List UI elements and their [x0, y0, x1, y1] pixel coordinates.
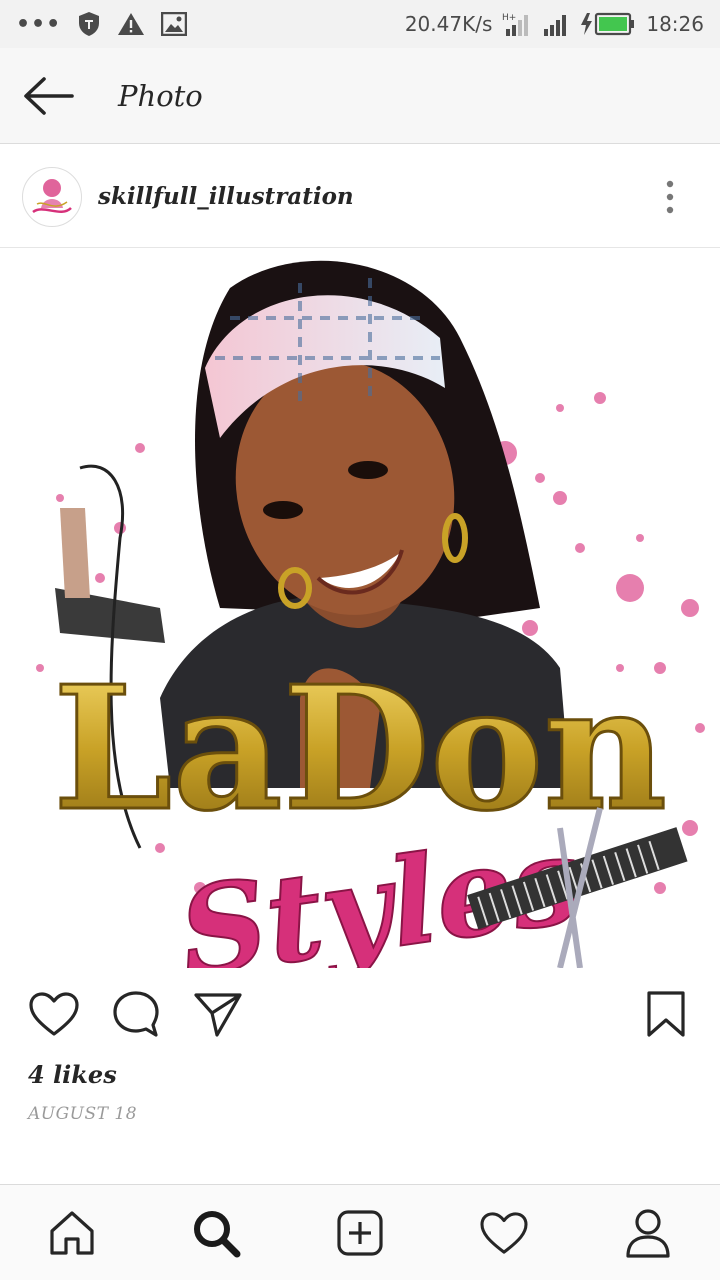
post-header: skillfull_illustration: [0, 146, 720, 248]
add-icon: [337, 1209, 383, 1256]
comment-icon: [113, 991, 159, 1037]
bookmark-icon: [647, 991, 685, 1037]
status-bar: ••• 20.47K/s H+ 18:26: [0, 0, 720, 48]
signal-icon: [542, 11, 570, 37]
nav-add-post[interactable]: [324, 1197, 396, 1269]
comment-button[interactable]: [108, 986, 164, 1042]
signal-hplus-icon: H+: [502, 11, 532, 37]
likes-count[interactable]: 4 likes: [28, 1060, 117, 1089]
nav-activity[interactable]: [468, 1197, 540, 1269]
nav-search[interactable]: [180, 1197, 252, 1269]
bottom-nav: [0, 1184, 720, 1280]
nav-profile[interactable]: [612, 1197, 684, 1269]
search-icon: [194, 1210, 241, 1257]
save-button[interactable]: [638, 986, 694, 1042]
send-icon: [194, 993, 242, 1037]
page-title: Photo: [118, 78, 203, 113]
warning-icon: [117, 11, 145, 37]
more-vertical-icon: [666, 180, 674, 213]
activity-heart-icon: [480, 1211, 528, 1254]
nav-home[interactable]: [36, 1197, 108, 1269]
vpn-shield-icon: [77, 11, 101, 37]
back-button[interactable]: [0, 48, 96, 144]
image-icon: [161, 12, 188, 36]
share-button[interactable]: [190, 986, 246, 1042]
more-dots-icon: •••: [16, 11, 62, 37]
post-image[interactable]: LaDon Styles: [0, 248, 720, 968]
top-app-bar: Photo: [0, 48, 720, 144]
clock: 18:26: [646, 12, 704, 36]
arrow-left-icon: [24, 76, 74, 115]
svg-text:H+: H+: [502, 13, 516, 23]
like-button[interactable]: [26, 986, 82, 1042]
svg-text:LaDon: LaDon: [53, 649, 667, 849]
battery-charging-icon: [580, 11, 636, 37]
post-actions: [0, 968, 720, 1060]
post-date: AUGUST 18: [28, 1104, 138, 1124]
heart-icon: [29, 992, 79, 1036]
post-options-button[interactable]: [620, 147, 720, 247]
post-username[interactable]: skillfull_illustration: [98, 183, 354, 210]
profile-icon: [626, 1208, 670, 1258]
home-icon: [50, 1210, 94, 1255]
avatar[interactable]: [22, 166, 82, 227]
network-speed: 20.47K/s: [404, 12, 493, 36]
